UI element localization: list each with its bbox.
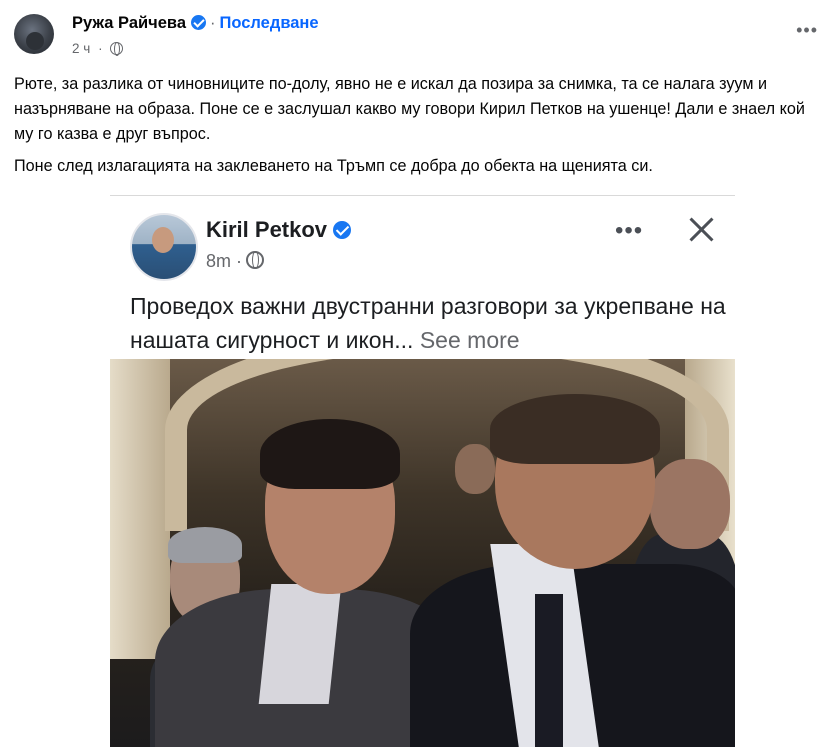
embedded-post-time: 8m [206, 251, 232, 271]
post-header: Ружа Райчева · Последване 2 ч · ••• [0, 0, 832, 66]
post-text: Рюте, за разлика от чиновниците по-долу,… [14, 72, 822, 186]
embed-divider [110, 195, 735, 196]
globe-icon [109, 42, 123, 56]
author-name[interactable]: Ружа Райчева [72, 14, 186, 32]
photo-main-person-hair [490, 394, 660, 464]
post-paragraph-1: Рюте, за разлика от чиновниците по-долу,… [14, 75, 805, 143]
more-options-icon[interactable]: ••• [796, 20, 818, 41]
embedded-photo [110, 359, 735, 747]
author-avatar[interactable] [14, 14, 54, 54]
post-meta: 2 ч · [72, 41, 123, 56]
embedded-post-meta: 8m · [206, 251, 265, 272]
photo-left-person-hair [168, 527, 242, 563]
embedded-screenshot[interactable]: Kiril Petkov 8m · ••• Проведох важни дву… [110, 195, 735, 747]
photo-pillar-left [110, 359, 170, 659]
meta-dot: · [98, 41, 103, 56]
photo-main-person-tie [535, 594, 563, 747]
photo-background-person [455, 444, 495, 494]
follow-button[interactable]: Последване [220, 14, 319, 32]
verified-badge-icon [191, 15, 207, 30]
photo-center-person-hair [260, 419, 400, 489]
embedded-see-more: See more [419, 327, 520, 353]
embedded-author-name: Kiril Petkov [206, 217, 328, 242]
embedded-author-avatar [130, 213, 198, 281]
photo-center-person-shirt [258, 584, 342, 704]
photo-right-person-head [650, 459, 730, 549]
embedded-post-text: Проведох важни двустранни разговори за у… [130, 289, 730, 357]
author-line: Ружа Райчева · Последване [72, 14, 319, 33]
embedded-meta-dot: · [236, 251, 243, 271]
embedded-verified-badge-icon [333, 221, 352, 239]
post-paragraph-2: Поне след излагацията на заклеването на … [14, 157, 653, 175]
embedded-more-icon: ••• [615, 217, 644, 244]
embedded-globe-icon [246, 251, 265, 269]
post-time[interactable]: 2 ч [72, 41, 90, 56]
separator-dot: · [210, 14, 216, 32]
embedded-close-icon [688, 215, 716, 243]
embedded-author-line: Kiril Petkov [206, 217, 352, 243]
